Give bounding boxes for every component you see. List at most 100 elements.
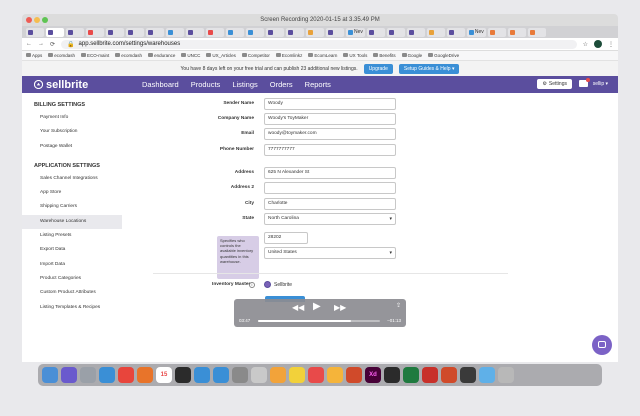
browser-tab[interactable] xyxy=(26,27,44,37)
sidebar-item-payment-info[interactable]: Payment Info xyxy=(22,111,122,125)
sidebar-item-custom-product-attributes[interactable]: Custom Product Attributes xyxy=(22,286,122,300)
finder-icon[interactable] xyxy=(42,367,58,383)
sidebar-item-app-store[interactable]: App Store xyxy=(22,186,122,200)
news-icon[interactable] xyxy=(308,367,324,383)
zoom-window-button[interactable] xyxy=(42,17,48,23)
preview-icon[interactable] xyxy=(251,367,267,383)
browser-tab[interactable] xyxy=(326,27,344,37)
email-field[interactable]: woody@toymaker.com xyxy=(264,128,396,140)
browser-tab[interactable] xyxy=(166,27,184,37)
browser-tab[interactable] xyxy=(487,27,506,37)
info-icon[interactable]: i xyxy=(249,282,255,288)
browser-tab[interactable] xyxy=(126,27,144,37)
sellbrite-logo[interactable]: sellbrite xyxy=(34,79,142,91)
browser-tab[interactable] xyxy=(46,27,64,37)
browser-tab[interactable] xyxy=(286,27,304,37)
excel-icon[interactable] xyxy=(403,367,419,383)
url-field[interactable]: 🔒 app.sellbrite.com/settings/warehouses xyxy=(61,39,577,49)
browser-tab[interactable]: Nev xyxy=(466,27,486,37)
browser-tab[interactable] xyxy=(226,27,244,37)
company-name-field[interactable]: Woody's ToyMaker xyxy=(264,113,396,125)
browser-tab[interactable] xyxy=(146,27,164,37)
nav-orders[interactable]: Orders xyxy=(270,80,293,89)
country-select[interactable]: United States ▾ xyxy=(264,247,396,259)
browser-tab[interactable]: Nev xyxy=(346,27,365,37)
phone-number-field[interactable]: 7777777777 xyxy=(264,144,396,156)
forward-icon[interactable]: → xyxy=(38,41,44,47)
city-field[interactable]: Charlotte xyxy=(264,198,396,210)
nav-products[interactable]: Products xyxy=(191,80,221,89)
bookmark-item[interactable]: UNCC xyxy=(181,53,200,58)
bookmark-item[interactable]: Ecomlinkz xyxy=(275,53,302,58)
terminal-icon[interactable] xyxy=(175,367,191,383)
nav-listings[interactable]: Listings xyxy=(232,80,257,89)
browser-tab[interactable] xyxy=(266,27,284,37)
fast-forward-icon[interactable]: ▶▶ xyxy=(334,303,346,312)
browser-tab[interactable] xyxy=(507,27,526,37)
acrobat-icon[interactable] xyxy=(422,367,438,383)
browser-tab[interactable] xyxy=(306,27,324,37)
mail-icon[interactable] xyxy=(579,78,590,87)
bookmark-item[interactable]: EcomLearn xyxy=(308,53,337,58)
video-scrubber[interactable] xyxy=(258,320,380,322)
zip-field[interactable]: 28202 xyxy=(264,232,308,244)
sender-name-field[interactable]: Woody xyxy=(264,98,396,110)
sidebar-item-warehouse-locations[interactable]: Warehouse Locations xyxy=(22,214,122,230)
browser-tab[interactable] xyxy=(86,27,104,37)
mail-icon[interactable] xyxy=(194,367,210,383)
settings-button[interactable]: ⚙ Settings xyxy=(537,79,572,89)
sidebar-item-your-subscription[interactable]: Your Subscription xyxy=(22,125,122,139)
address-field[interactable]: 625 N Alexander St xyxy=(264,167,396,179)
browser-menu-icon[interactable]: ⋮ xyxy=(608,41,614,48)
bookmark-item[interactable]: Google xyxy=(401,53,422,58)
bookmark-item[interactable]: Competitor xyxy=(241,53,270,58)
state-select[interactable]: North Carolina ▾ xyxy=(264,213,396,225)
browser-tab[interactable] xyxy=(66,27,84,37)
back-icon[interactable]: ← xyxy=(26,41,32,47)
nav-dashboard[interactable]: Dashboard xyxy=(142,80,179,89)
calendar-icon[interactable]: 15 xyxy=(156,367,172,383)
powerpoint-icon[interactable] xyxy=(441,367,457,383)
nav-reports[interactable]: Reports xyxy=(305,80,331,89)
sidebar-item-shipping-carriers[interactable]: Shipping Carriers xyxy=(22,200,122,214)
sidebar-item-import-data[interactable]: Import Data xyxy=(22,258,122,272)
bookmark-item[interactable]: ecomdash xyxy=(115,53,142,58)
browser-tab[interactable] xyxy=(106,27,124,37)
launchpad-icon[interactable] xyxy=(80,367,96,383)
bookmark-item[interactable]: endurance xyxy=(148,53,175,58)
photos-icon[interactable] xyxy=(270,367,286,383)
browser-tab[interactable] xyxy=(527,27,546,37)
browser-tab[interactable] xyxy=(366,27,385,37)
play-icon[interactable]: ▶ xyxy=(313,301,321,312)
siri-icon[interactable] xyxy=(61,367,77,383)
close-window-button[interactable] xyxy=(26,17,32,23)
browser-tab[interactable] xyxy=(246,27,264,37)
sidebar-item-product-categories[interactable]: Product Categories xyxy=(22,272,122,286)
browser-tab[interactable] xyxy=(206,27,224,37)
trash-icon[interactable] xyxy=(498,367,514,383)
notes-icon[interactable] xyxy=(289,367,305,383)
bookmark-item[interactable]: UX_Articles xyxy=(206,53,236,58)
appstore-icon[interactable] xyxy=(213,367,229,383)
star-icon[interactable]: ☆ xyxy=(583,41,588,48)
browser-tab[interactable] xyxy=(186,27,204,37)
sellbrite-radio[interactable] xyxy=(264,281,271,288)
browser-tab[interactable] xyxy=(446,27,465,37)
bookmark-item[interactable]: Apps xyxy=(26,53,42,58)
setup-guides-button[interactable]: Setup Guides & Help ▾ xyxy=(398,63,460,74)
browser-tab[interactable] xyxy=(406,27,425,37)
powerpoint-icon[interactable] xyxy=(346,367,362,383)
address-2-field[interactable] xyxy=(264,182,396,194)
sidebar-item-listing-templates[interactable]: Listing Templates & Recipes xyxy=(22,301,122,315)
firefox-icon[interactable] xyxy=(137,367,153,383)
chrome-icon[interactable] xyxy=(118,367,134,383)
share-icon[interactable]: ⇪ xyxy=(396,302,401,309)
profile-avatar[interactable] xyxy=(594,40,602,48)
minimize-window-button[interactable] xyxy=(34,17,40,23)
bookmark-item[interactable]: UX Tools xyxy=(343,53,367,58)
rewind-icon[interactable]: ◀◀ xyxy=(292,303,304,312)
activity-monitor-icon[interactable] xyxy=(384,367,400,383)
sidebar-item-listing-presets[interactable]: Listing Presets xyxy=(22,229,122,243)
sidebar-item-postage-wallet[interactable]: Postage Wallet xyxy=(22,140,122,154)
folder-icon[interactable] xyxy=(479,367,495,383)
